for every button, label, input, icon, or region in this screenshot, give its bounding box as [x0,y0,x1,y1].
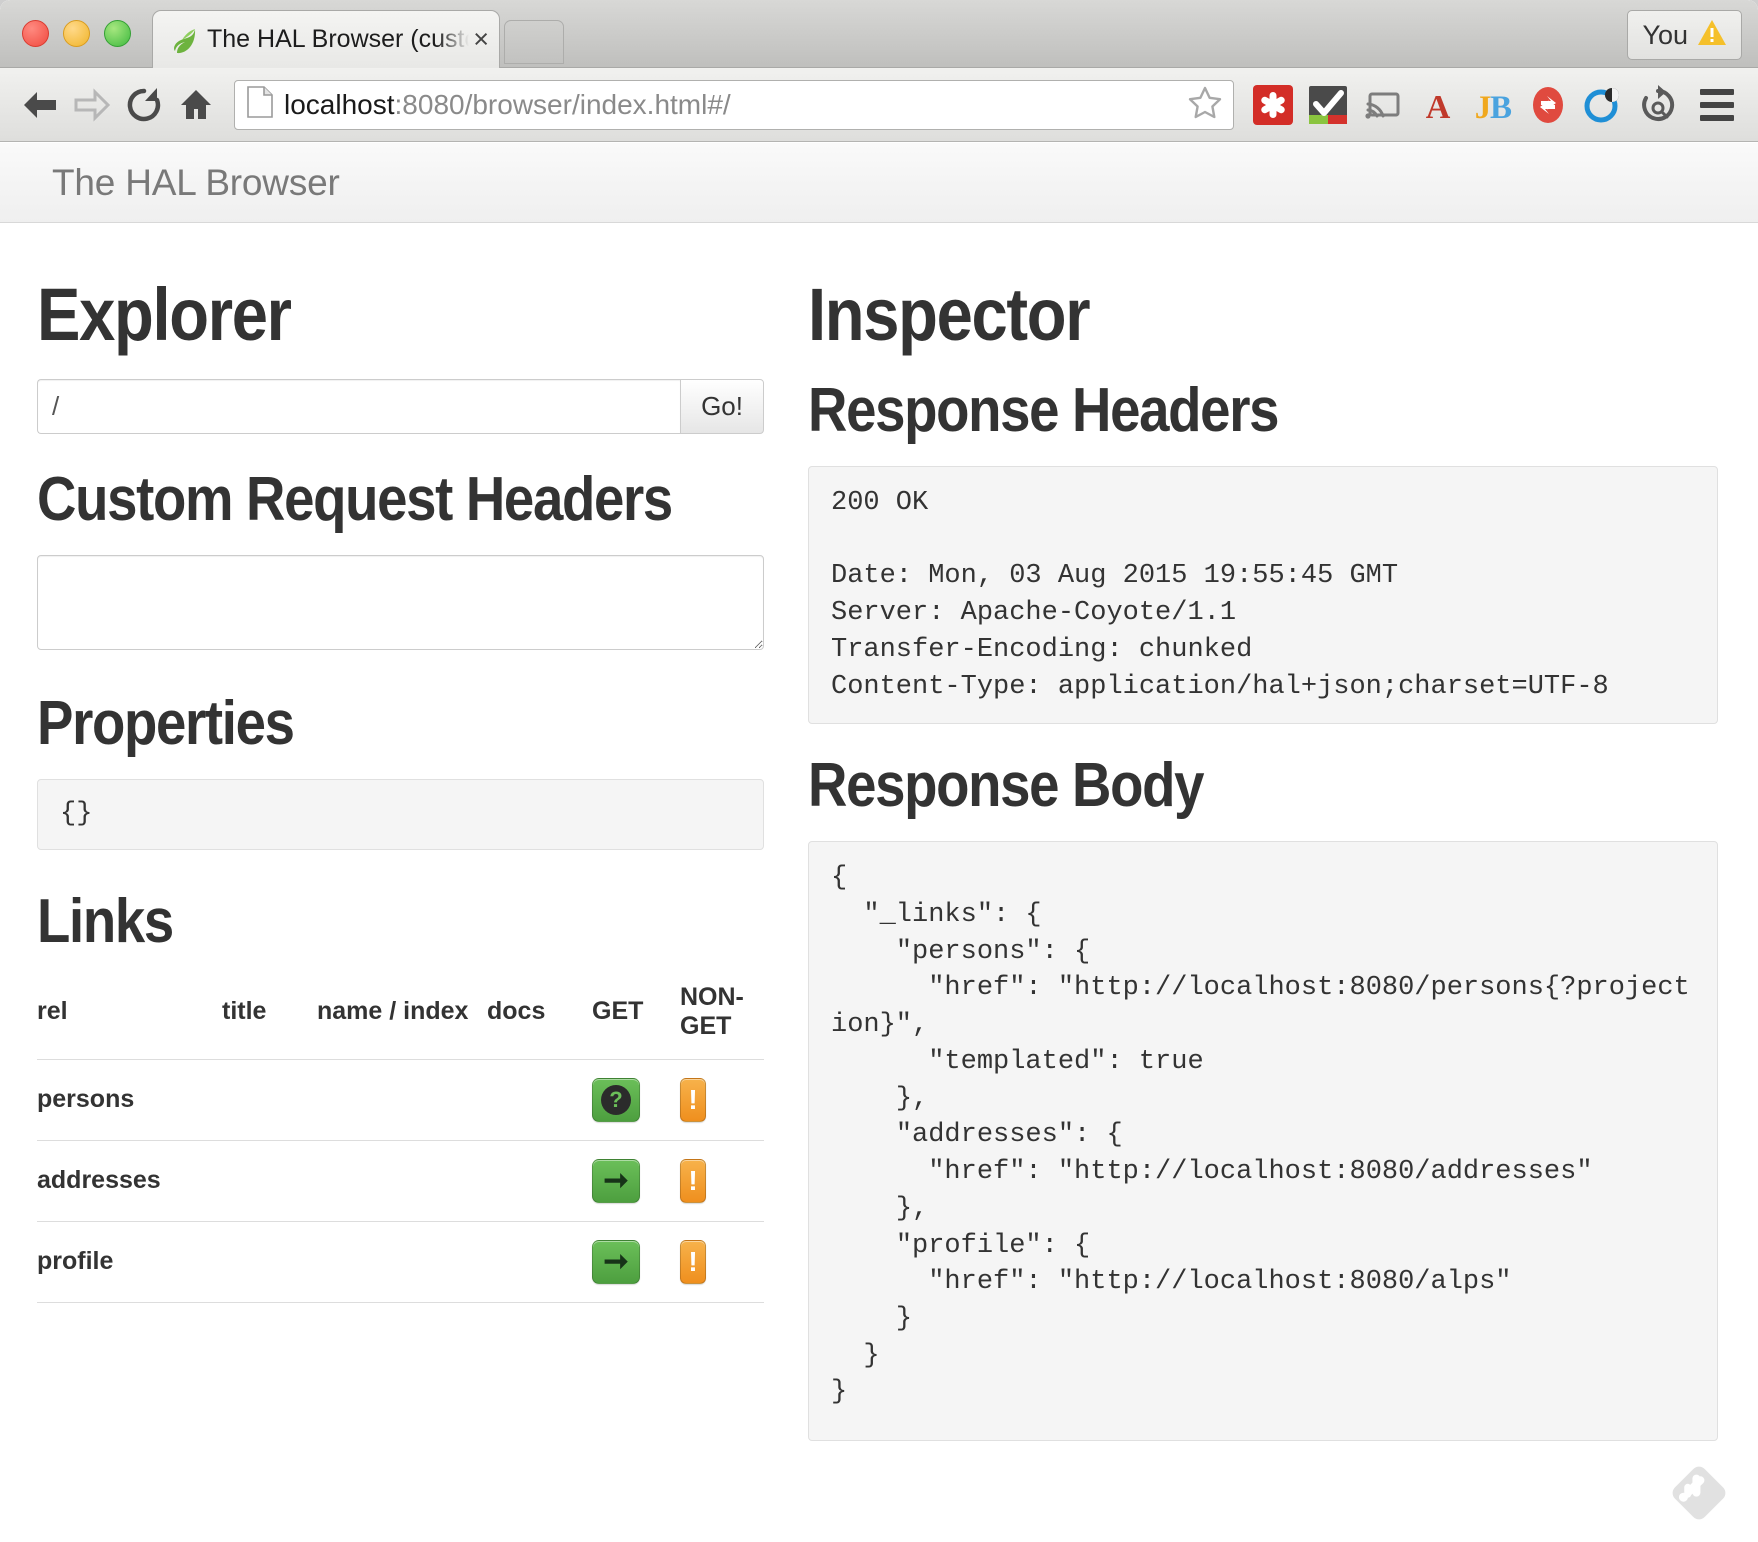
jetbrains-extension-icon[interactable]: J B [1467,79,1519,131]
browser-tab[interactable]: The HAL Browser (customi × [152,10,500,68]
browser-toolbar: localhost:8080/browser/index.html#/ [0,68,1758,142]
svg-text:A: A [1426,89,1451,126]
column-header-name-index: name / index [317,983,487,1060]
cell-non-get: ! [680,1140,764,1221]
cast-extension-icon[interactable] [1357,79,1409,131]
home-icon[interactable] [170,79,222,131]
page-document-icon [247,86,273,123]
spring-leaf-favicon-icon [169,25,199,55]
svg-text:B: B [1490,90,1512,126]
table-row: profile ➞ ! [37,1221,764,1302]
cell-name-index [317,1140,487,1221]
cell-rel: persons [37,1059,222,1140]
bookmark-star-icon[interactable] [1187,85,1223,124]
url-path: :8080/browser/index.html#/ [395,89,731,120]
window-controls [22,20,131,47]
back-arrow-icon[interactable] [14,79,66,131]
cell-title [222,1140,317,1221]
explorer-heading: Explorer [37,272,677,357]
reload-icon[interactable] [118,79,170,131]
properties-heading: Properties [37,688,677,759]
get-templated-button[interactable]: ? [592,1078,640,1122]
adblock-a-extension-icon[interactable]: A [1412,79,1464,131]
response-headers-heading: Response Headers [808,375,1609,446]
inspector-heading: Inspector [808,272,1609,357]
app-navbar: The HAL Browser [0,143,1758,223]
checkmark-extension-icon[interactable] [1302,79,1354,131]
cell-name-index [317,1059,487,1140]
profile-button[interactable]: You [1627,10,1742,60]
get-follow-button[interactable]: ➞ [592,1240,640,1284]
properties-value: {} [37,779,764,850]
response-body-heading: Response Body [808,750,1609,821]
cell-docs [487,1140,592,1221]
app-brand-title[interactable]: The HAL Browser [52,162,340,204]
column-header-non-get: NON-GET [680,983,764,1060]
url-host: localhost [284,89,395,120]
warning-triangle-icon [1697,19,1727,51]
exclamation-icon: ! [688,1167,697,1195]
table-row: addresses ➞ ! [37,1140,764,1221]
get-follow-button[interactable]: ➞ [592,1159,640,1203]
minimize-window-button[interactable] [63,20,90,47]
pocket-extension-icon[interactable] [1577,79,1629,131]
cell-get: ➞ [592,1140,680,1221]
table-row: persons ? ! [37,1059,764,1140]
svg-text:J: J [1475,90,1492,126]
session-buddy-extension-icon[interactable] [1632,79,1684,131]
column-header-get: GET [592,983,680,1060]
non-get-button[interactable]: ! [680,1078,706,1122]
cell-non-get: ! [680,1059,764,1140]
response-body-content: { "_links": { "persons": { "href": "http… [808,841,1718,1441]
close-tab-icon[interactable]: × [473,26,489,53]
feedly-icon[interactable] [1668,1462,1730,1524]
cell-non-get: ! [680,1221,764,1302]
custom-request-headers-heading: Custom Request Headers [37,464,677,535]
explorer-column: Explorer Go! Custom Request Headers Prop… [0,223,804,1441]
response-headers-content: 200 OK Date: Mon, 03 Aug 2015 19:55:45 G… [808,466,1718,724]
column-header-docs: docs [487,983,592,1060]
main-columns: Explorer Go! Custom Request Headers Prop… [0,223,1758,1441]
arrow-right-icon: ➞ [603,1247,628,1277]
links-table: rel title name / index docs GET NON-GET … [37,983,764,1303]
inspector-column: Inspector Response Headers 200 OK Date: … [804,223,1758,1441]
tab-strip: The HAL Browser (customi × You [0,0,1758,68]
forward-arrow-icon[interactable] [66,79,118,131]
cell-title [222,1221,317,1302]
cell-docs [487,1059,592,1140]
explorer-url-input[interactable] [37,379,680,434]
cell-get: ➞ [592,1221,680,1302]
exclamation-icon: ! [688,1248,697,1276]
explorer-url-group: Go! [37,379,764,434]
cell-get: ? [592,1059,680,1140]
address-bar-url: localhost:8080/browser/index.html#/ [284,89,1179,121]
tab-title: The HAL Browser (customi [207,25,469,54]
new-tab-button[interactable] [504,20,564,64]
go-button[interactable]: Go! [680,379,764,434]
chrome-menu-icon[interactable] [1690,79,1744,131]
close-window-button[interactable] [22,20,49,47]
address-bar[interactable]: localhost:8080/browser/index.html#/ [234,80,1234,130]
cell-name-index [317,1221,487,1302]
lastpass-extension-icon[interactable] [1247,79,1299,131]
browser-window: The HAL Browser (customi × You [0,0,1758,1542]
links-table-header-row: rel title name / index docs GET NON-GET [37,983,764,1060]
non-get-button[interactable]: ! [680,1240,706,1284]
column-header-rel: rel [37,983,222,1060]
links-heading: Links [37,886,677,957]
column-header-title: title [222,983,317,1060]
page-content: The HAL Browser Explorer Go! Custom Requ… [0,143,1758,1542]
refresh-red-extension-icon[interactable] [1522,79,1574,131]
custom-request-headers-input[interactable] [37,555,764,650]
cell-rel: profile [37,1221,222,1302]
maximize-window-button[interactable] [104,20,131,47]
question-mark-icon: ? [601,1085,631,1115]
arrow-right-icon: ➞ [603,1166,628,1196]
exclamation-icon: ! [688,1086,697,1114]
non-get-button[interactable]: ! [680,1159,706,1203]
cell-title [222,1059,317,1140]
cell-rel: addresses [37,1140,222,1221]
profile-label: You [1642,20,1688,51]
cell-docs [487,1221,592,1302]
